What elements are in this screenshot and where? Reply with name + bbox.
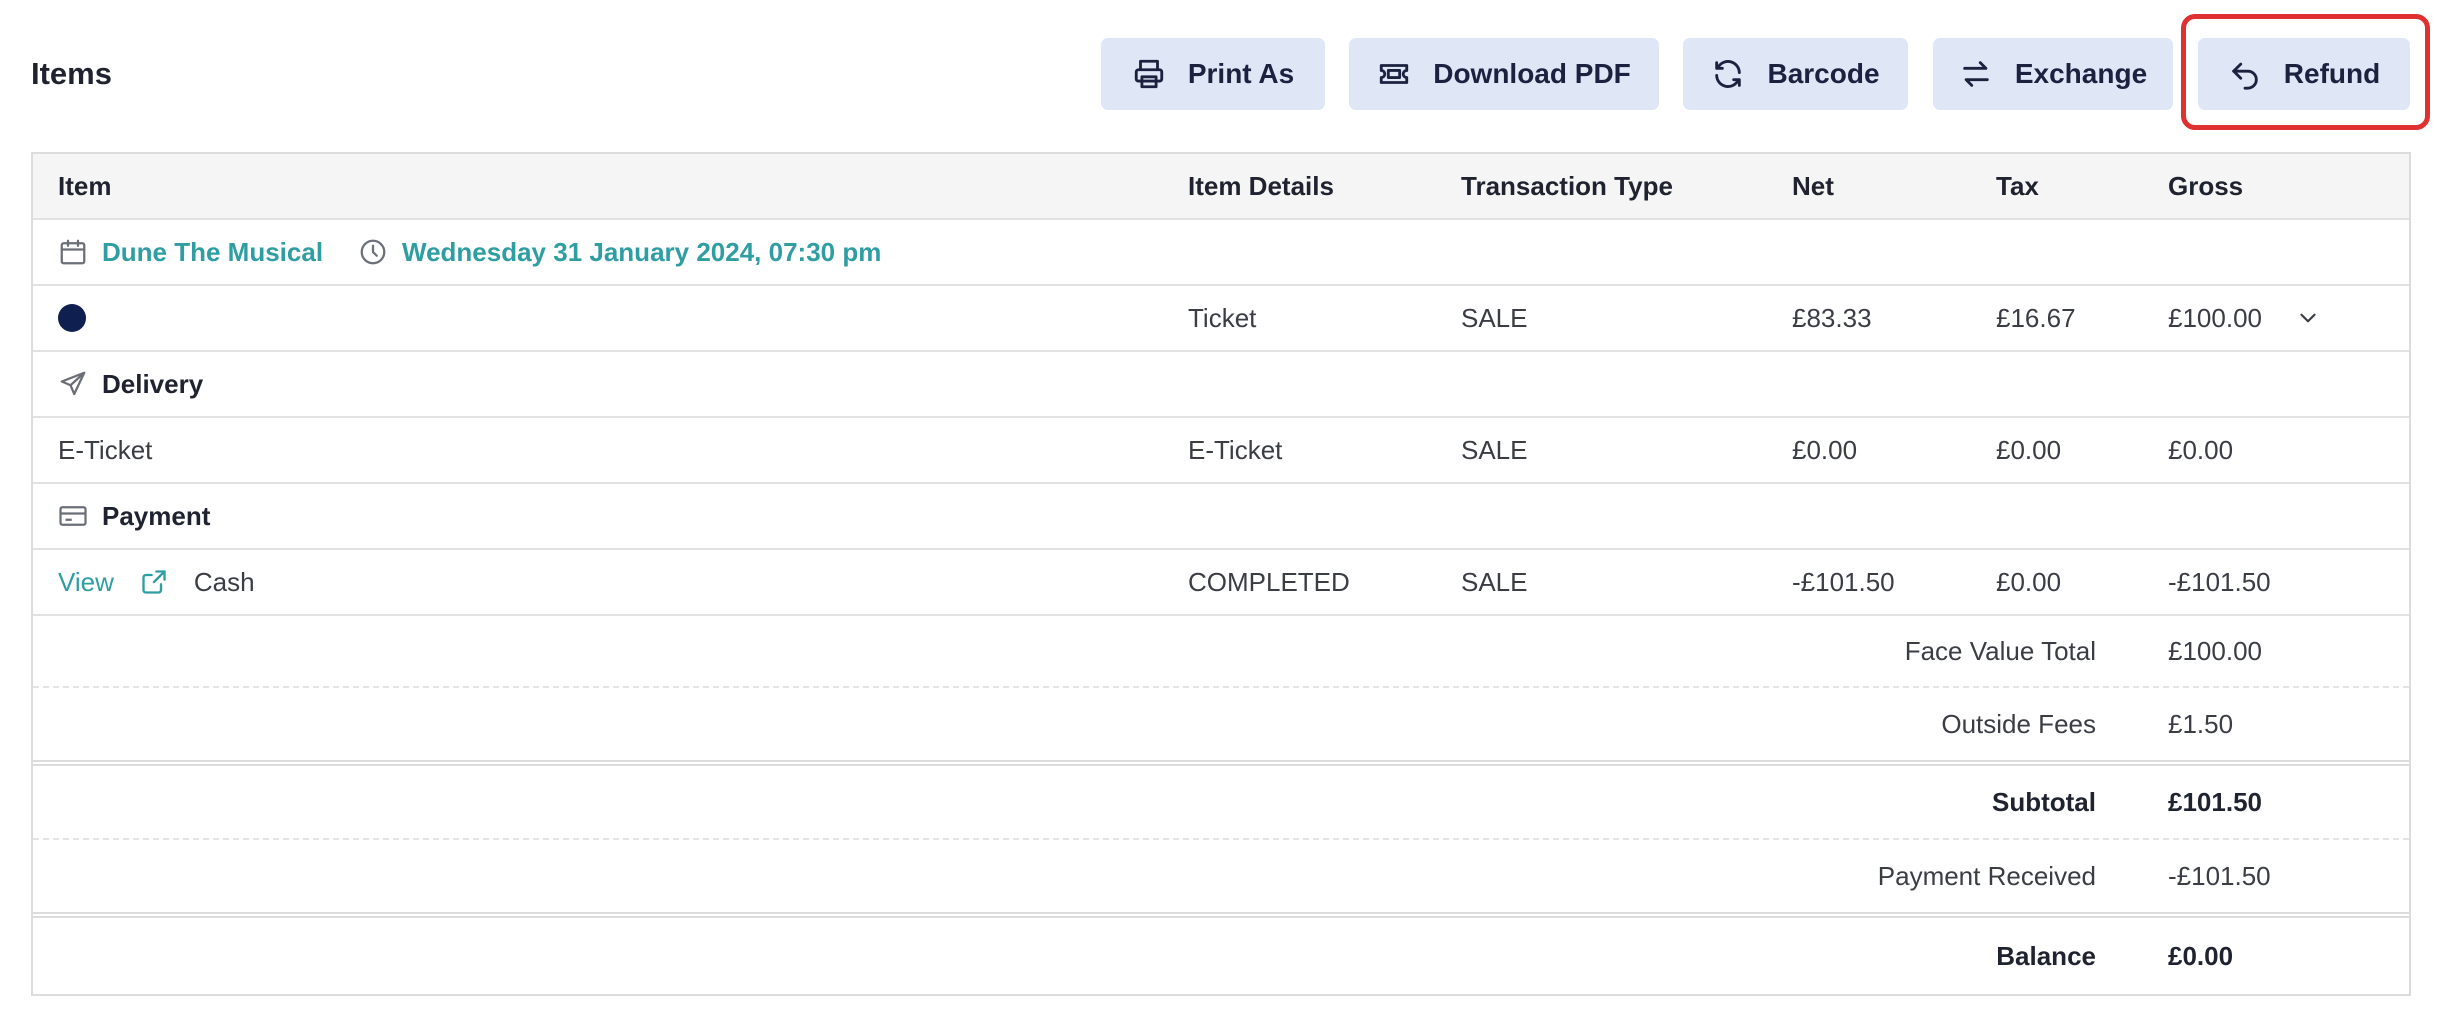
face-value-total-value: £100.00 xyxy=(2168,635,2262,666)
event-name-link[interactable]: Dune The Musical xyxy=(102,237,323,268)
download-pdf-button[interactable]: Download PDF xyxy=(1349,38,1659,110)
table-header-row: Item Item Details Transaction Type Net T… xyxy=(33,154,2409,220)
balance-value: £0.00 xyxy=(2168,940,2234,971)
payment-type: SALE xyxy=(1461,566,1528,597)
col-transaction-type: Transaction Type xyxy=(1461,170,1673,201)
event-name-cell: Dune The Musical xyxy=(58,220,323,284)
ticket-status-cell xyxy=(58,286,86,350)
ticket-icon xyxy=(1380,64,1409,84)
col-net: Net xyxy=(1792,170,1834,201)
col-gross: Gross xyxy=(2168,170,2244,201)
external-link-icon[interactable] xyxy=(140,568,168,596)
payment-received-row: Payment Received -£101.50 xyxy=(33,840,2409,918)
delivery-item: E-Ticket xyxy=(58,434,153,465)
ticket-details: Ticket xyxy=(1188,302,1257,333)
delivery-gross: £0.00 xyxy=(2168,434,2234,465)
delivery-type: SALE xyxy=(1461,434,1528,465)
view-payment-link[interactable]: View xyxy=(58,567,114,598)
subtotal-value: £101.50 xyxy=(2168,786,2262,817)
refund-highlight-box xyxy=(2181,14,2430,130)
ticket-row: Ticket SALE £83.33 £16.67 £100.00 xyxy=(33,286,2409,352)
ticket-tax: £16.67 xyxy=(1996,302,2076,333)
balance-label: Balance xyxy=(1996,940,2096,971)
payment-net: -£101.50 xyxy=(1792,566,1895,597)
ticket-net: £83.33 xyxy=(1792,302,1872,333)
ticket-type: SALE xyxy=(1461,302,1528,333)
event-datetime[interactable]: Wednesday 31 January 2024, 07:30 pm xyxy=(402,237,881,268)
print-as-label: Print As xyxy=(1187,58,1295,89)
send-icon xyxy=(60,371,86,396)
exchange-label: Exchange xyxy=(2014,58,2148,89)
col-item-details: Item Details xyxy=(1188,170,1334,201)
face-value-total-label: Face Value Total xyxy=(1904,635,2096,666)
delivery-details: E-Ticket xyxy=(1188,434,1283,465)
event-datetime-cell: Wednesday 31 January 2024, 07:30 pm xyxy=(358,220,881,284)
payment-item-cell: View Cash xyxy=(58,550,255,614)
ticket-gross: £100.00 xyxy=(2168,302,2262,333)
refresh-icon xyxy=(1715,60,1742,88)
payment-tax: £0.00 xyxy=(1996,566,2062,597)
delivery-section-cell: Delivery xyxy=(58,352,203,416)
payment-details: COMPLETED xyxy=(1188,566,1350,597)
payment-received-label: Payment Received xyxy=(1877,860,2096,891)
outside-fees-row: Outside Fees £1.50 xyxy=(33,688,2409,766)
clock-icon xyxy=(360,239,386,265)
balance-row: Balance £0.00 xyxy=(33,918,2409,994)
payment-section-label: Payment xyxy=(102,500,211,531)
payment-row: View Cash COMPLETED SALE -£101.50 £0.00 … xyxy=(33,550,2409,616)
outside-fees-value: £1.50 xyxy=(2168,708,2234,739)
ticket-dot-icon xyxy=(58,304,86,332)
download-pdf-label: Download PDF xyxy=(1433,58,1631,89)
printer-icon xyxy=(1134,59,1164,89)
delivery-section-row: Delivery xyxy=(33,352,2409,418)
col-tax: Tax xyxy=(1996,170,2039,201)
credit-card-icon xyxy=(59,506,87,526)
barcode-button[interactable]: Barcode xyxy=(1683,38,1908,110)
subtotal-row: Subtotal £101.50 xyxy=(33,766,2409,840)
subtotal-label: Subtotal xyxy=(1992,786,2096,817)
calendar-icon xyxy=(60,239,86,265)
print-as-button[interactable]: Print As xyxy=(1101,38,1325,110)
items-table: Item Item Details Transaction Type Net T… xyxy=(31,152,2411,996)
exchange-arrows-icon xyxy=(1963,61,1989,87)
delivery-tax: £0.00 xyxy=(1996,434,2062,465)
delivery-net: £0.00 xyxy=(1792,434,1858,465)
payment-received-value: -£101.50 xyxy=(2168,860,2271,891)
payment-gross: -£101.50 xyxy=(2168,566,2271,597)
col-item: Item xyxy=(58,170,112,201)
items-header: Items Print As Download PDF Barcode Exch… xyxy=(0,0,2444,150)
outside-fees-label: Outside Fees xyxy=(1941,708,2096,739)
delivery-row: E-Ticket E-Ticket SALE £0.00 £0.00 £0.00 xyxy=(33,418,2409,484)
barcode-label: Barcode xyxy=(1767,58,1880,89)
delivery-section-label: Delivery xyxy=(102,368,204,399)
chevron-down-icon xyxy=(2300,313,2316,323)
payment-section-cell: Payment xyxy=(58,484,210,548)
payment-method: Cash xyxy=(193,566,255,597)
ticket-expand-toggle[interactable] xyxy=(2295,286,2321,350)
face-value-total-row: Face Value Total £100.00 xyxy=(33,616,2409,688)
event-row: Dune The Musical Wednesday 31 January 20… xyxy=(33,220,2409,286)
exchange-button[interactable]: Exchange xyxy=(1933,38,2173,110)
payment-section-row: Payment xyxy=(33,484,2409,550)
page-title: Items xyxy=(31,56,112,91)
